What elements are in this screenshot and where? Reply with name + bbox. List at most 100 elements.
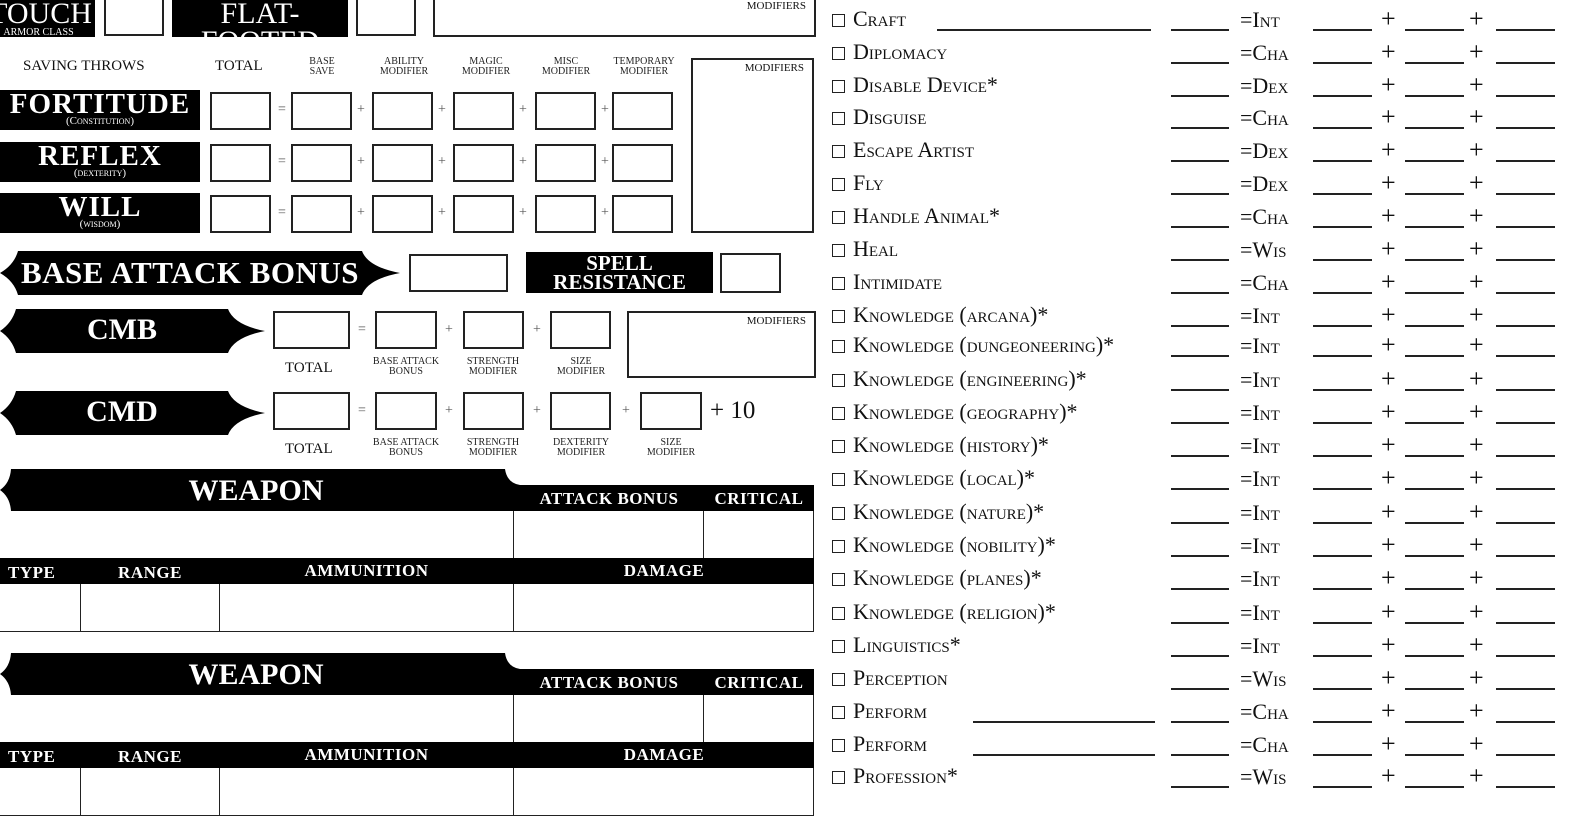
misc-mod-field[interactable] <box>1496 555 1555 557</box>
ranks-field[interactable] <box>1405 160 1464 162</box>
misc-mod-field[interactable] <box>1496 655 1555 657</box>
ability-mod-field[interactable] <box>1313 193 1372 195</box>
cmb-modifiers-box[interactable]: MODIFIERS <box>627 311 816 378</box>
will-magic-modifier-field[interactable] <box>453 195 514 233</box>
weapon-name-field[interactable] <box>0 511 513 558</box>
class-skill-checkbox[interactable] <box>832 407 845 420</box>
skill-total-field[interactable] <box>1171 555 1229 557</box>
ability-mod-field[interactable] <box>1313 455 1372 457</box>
ac-modifiers-box[interactable]: MODIFIERS <box>433 0 816 37</box>
ability-mod-field[interactable] <box>1313 29 1372 31</box>
skill-total-field[interactable] <box>1171 355 1229 357</box>
class-skill-checkbox[interactable] <box>832 771 845 784</box>
ability-mod-field[interactable] <box>1313 422 1372 424</box>
cmb-bab-field[interactable] <box>375 311 437 349</box>
critical-field[interactable] <box>704 695 814 742</box>
skill-total-field[interactable] <box>1171 786 1229 788</box>
misc-mod-field[interactable] <box>1496 193 1555 195</box>
skill-total-field[interactable] <box>1171 226 1229 228</box>
type-field[interactable] <box>0 584 80 631</box>
will-temporary-modifier-field[interactable] <box>612 195 673 233</box>
misc-mod-field[interactable] <box>1496 95 1555 97</box>
class-skill-checkbox[interactable] <box>832 244 845 257</box>
skill-subtype-field[interactable] <box>937 29 1151 31</box>
misc-mod-field[interactable] <box>1496 754 1555 756</box>
skill-total-field[interactable] <box>1171 488 1229 490</box>
misc-mod-field[interactable] <box>1496 325 1555 327</box>
critical-field[interactable] <box>704 511 814 558</box>
misc-mod-field[interactable] <box>1496 422 1555 424</box>
ability-mod-field[interactable] <box>1313 488 1372 490</box>
ranks-field[interactable] <box>1405 721 1464 723</box>
range-field[interactable] <box>81 768 219 815</box>
cmd-total-field[interactable] <box>273 392 350 430</box>
reflex-temporary-modifier-field[interactable] <box>612 144 673 182</box>
class-skill-checkbox[interactable] <box>832 607 845 620</box>
ranks-field[interactable] <box>1405 127 1464 129</box>
will-base-save-field[interactable] <box>291 195 352 233</box>
class-skill-checkbox[interactable] <box>832 211 845 224</box>
cmd-dexterity-field[interactable] <box>550 392 611 430</box>
ranks-field[interactable] <box>1405 259 1464 261</box>
skill-total-field[interactable] <box>1171 95 1229 97</box>
weapon-name-field[interactable] <box>0 695 513 742</box>
flat-footed-ac-field[interactable] <box>356 0 416 36</box>
ranks-field[interactable] <box>1405 95 1464 97</box>
misc-mod-field[interactable] <box>1496 389 1555 391</box>
skill-total-field[interactable] <box>1171 127 1229 129</box>
misc-mod-field[interactable] <box>1496 29 1555 31</box>
class-skill-checkbox[interactable] <box>832 47 845 60</box>
skill-total-field[interactable] <box>1171 721 1229 723</box>
class-skill-checkbox[interactable] <box>832 440 845 453</box>
skill-total-field[interactable] <box>1171 62 1229 64</box>
fortitude-ability-modifier-field[interactable] <box>372 92 433 130</box>
fortitude-temporary-modifier-field[interactable] <box>612 92 673 130</box>
class-skill-checkbox[interactable] <box>832 80 845 93</box>
attack-bonus-field[interactable] <box>514 695 703 742</box>
ranks-field[interactable] <box>1405 389 1464 391</box>
misc-mod-field[interactable] <box>1496 226 1555 228</box>
reflex-total-field[interactable] <box>210 144 271 182</box>
skill-total-field[interactable] <box>1171 688 1229 690</box>
misc-mod-field[interactable] <box>1496 355 1555 357</box>
ranks-field[interactable] <box>1405 226 1464 228</box>
skill-total-field[interactable] <box>1171 588 1229 590</box>
ability-mod-field[interactable] <box>1313 389 1372 391</box>
ability-mod-field[interactable] <box>1313 226 1372 228</box>
misc-mod-field[interactable] <box>1496 588 1555 590</box>
range-field[interactable] <box>81 584 219 631</box>
class-skill-checkbox[interactable] <box>832 14 845 27</box>
cmd-size-field[interactable] <box>640 392 702 430</box>
ability-mod-field[interactable] <box>1313 292 1372 294</box>
fortitude-magic-modifier-field[interactable] <box>453 92 514 130</box>
fortitude-base-save-field[interactable] <box>291 92 352 130</box>
ranks-field[interactable] <box>1405 688 1464 690</box>
will-total-field[interactable] <box>210 195 271 233</box>
class-skill-checkbox[interactable] <box>832 340 845 353</box>
misc-mod-field[interactable] <box>1496 688 1555 690</box>
misc-mod-field[interactable] <box>1496 259 1555 261</box>
skill-total-field[interactable] <box>1171 754 1229 756</box>
ranks-field[interactable] <box>1405 522 1464 524</box>
ability-mod-field[interactable] <box>1313 688 1372 690</box>
ability-mod-field[interactable] <box>1313 522 1372 524</box>
ranks-field[interactable] <box>1405 62 1464 64</box>
class-skill-checkbox[interactable] <box>832 310 845 323</box>
skill-total-field[interactable] <box>1171 455 1229 457</box>
ability-mod-field[interactable] <box>1313 95 1372 97</box>
class-skill-checkbox[interactable] <box>832 573 845 586</box>
touch-ac-field[interactable] <box>104 0 164 36</box>
reflex-ability-modifier-field[interactable] <box>372 144 433 182</box>
ranks-field[interactable] <box>1405 422 1464 424</box>
class-skill-checkbox[interactable] <box>832 145 845 158</box>
class-skill-checkbox[interactable] <box>832 178 845 191</box>
skill-total-field[interactable] <box>1171 29 1229 31</box>
class-skill-checkbox[interactable] <box>832 706 845 719</box>
ability-mod-field[interactable] <box>1313 721 1372 723</box>
class-skill-checkbox[interactable] <box>832 640 845 653</box>
spell-resistance-field[interactable] <box>720 253 781 293</box>
ability-mod-field[interactable] <box>1313 588 1372 590</box>
will-misc-modifier-field[interactable] <box>535 195 596 233</box>
misc-mod-field[interactable] <box>1496 622 1555 624</box>
reflex-base-save-field[interactable] <box>291 144 352 182</box>
